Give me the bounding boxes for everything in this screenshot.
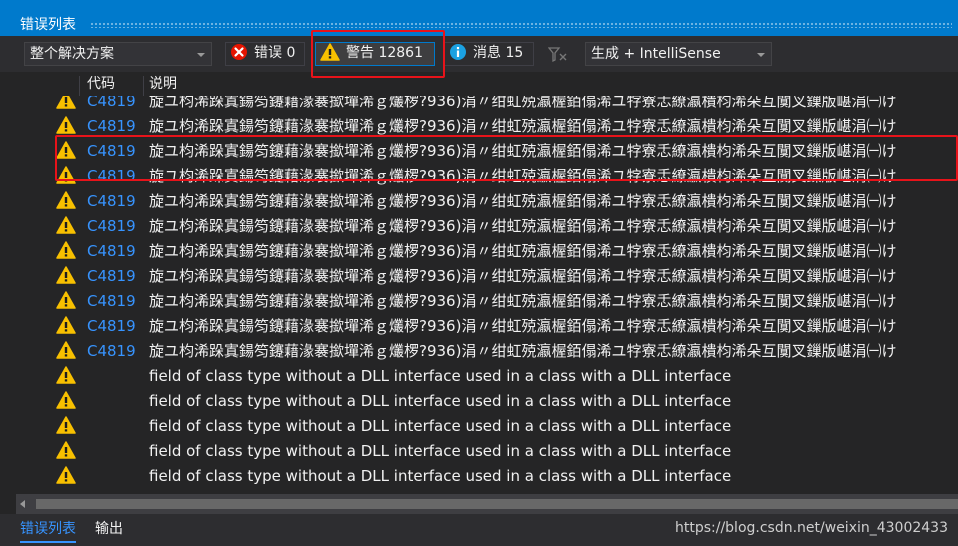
table-row[interactable]: C4819 旋ユ枃浠跺寘鍚笉鑳藉湪褰撳墠浠ｇ爜椤?936)涓〃绀虹殑瀛楃銆傝浠ユ… <box>0 314 958 339</box>
bottom-tab-bar: 错误列表 输出 https://blog.csdn.net/weixin_430… <box>0 514 958 546</box>
row-description: 旋ユ枃浠跺寘鍚笉鑳藉湪褰撳墠浠ｇ爜椤?936)涓〃绀虹殑瀛楃銆傝浠ユ牸寮忎繚瀛樻… <box>149 292 897 310</box>
warning-icon <box>56 391 76 409</box>
warning-icon <box>56 166 76 184</box>
column-header-row: 代码 说明 <box>0 72 958 96</box>
row-code[interactable]: C4819 <box>87 341 136 361</box>
messages-filter-label: 消息 15 <box>473 45 524 61</box>
errors-filter-button[interactable]: 错误 0 <box>225 42 305 66</box>
table-row[interactable]: field of class type without a DLL interf… <box>0 464 958 489</box>
row-description: 旋ユ枃浠跺寘鍚笉鑳藉湪褰撳墠浠ｇ爜椤?936)涓〃绀虹殑瀛楃銆傝浠ユ牸寮忎繚瀛樻… <box>149 242 897 260</box>
row-code[interactable]: C4819 <box>87 116 136 136</box>
table-row[interactable]: C4819 旋ユ枃浠跺寘鍚笉鑳藉湪褰撳墠浠ｇ爜椤?936)涓〃绀虹殑瀛楃銆傝浠ユ… <box>0 114 958 139</box>
row-code[interactable]: C4819 <box>87 241 136 261</box>
warning-icon <box>56 216 76 234</box>
warning-icon <box>56 316 76 334</box>
row-description: 旋ユ枃浠跺寘鍚笉鑳藉湪褰撳墠浠ｇ爜椤?936)涓〃绀虹殑瀛楃銆傝浠ユ牸寮忎繚瀛樻… <box>149 267 897 285</box>
table-row[interactable]: field of class type without a DLL interf… <box>0 389 958 414</box>
watermark-url: https://blog.csdn.net/weixin_43002433 <box>674 520 948 536</box>
tab-output[interactable]: 输出 <box>95 520 123 538</box>
table-row[interactable]: C4819 旋ユ枃浠跺寘鍚笉鑳藉湪褰撳墠浠ｇ爜椤?936)涓〃绀虹殑瀛楃銆傝浠ユ… <box>0 96 958 114</box>
warning-icon <box>56 96 76 109</box>
row-description: field of class type without a DLL interf… <box>149 417 732 435</box>
table-row[interactable]: C4819 旋ユ枃浠跺寘鍚笉鑳藉湪褰撳墠浠ｇ爜椤?936)涓〃绀虹殑瀛楃銆傝浠ユ… <box>0 139 958 164</box>
table-row[interactable]: C4819 旋ユ枃浠跺寘鍚笉鑳藉湪褰撳墠浠ｇ爜椤?936)涓〃绀虹殑瀛楃銆傝浠ユ… <box>0 239 958 264</box>
table-row[interactable]: C4819 旋ユ枃浠跺寘鍚笉鑳藉湪褰撳墠浠ｇ爜椤?936)涓〃绀虹殑瀛楃銆傝浠ユ… <box>0 339 958 364</box>
table-row[interactable]: C4819 旋ユ枃浠跺寘鍚笉鑳藉湪褰撳墠浠ｇ爜椤?936)涓〃绀虹殑瀛楃銆傝浠ユ… <box>0 214 958 239</box>
row-description: field of class type without a DLL interf… <box>149 392 732 410</box>
table-row[interactable]: field of class type without a DLL interf… <box>0 414 958 439</box>
row-description: 旋ユ枃浠跺寘鍚笉鑳藉湪褰撳墠浠ｇ爜椤?936)涓〃绀虹殑瀛楃銆傝浠ユ牸寮忎繚瀛樻… <box>149 96 897 110</box>
row-description: 旋ユ枃浠跺寘鍚笉鑳藉湪褰撳墠浠ｇ爜椤?936)涓〃绀虹殑瀛楃銆傝浠ユ牸寮忎繚瀛樻… <box>149 167 897 185</box>
row-description: 旋ユ枃浠跺寘鍚笉鑳藉湪褰撳墠浠ｇ爜椤?936)涓〃绀虹殑瀛楃銆傝浠ユ牸寮忎繚瀛樻… <box>149 192 897 210</box>
scrollbar-thumb[interactable] <box>36 499 958 509</box>
warning-icon <box>56 291 76 309</box>
row-code[interactable]: C4819 <box>87 216 136 236</box>
warning-icon <box>56 266 76 284</box>
row-description: 旋ユ枃浠跺寘鍚笉鑳藉湪褰撳墠浠ｇ爜椤?936)涓〃绀虹殑瀛楃銆傝浠ユ牸寮忎繚瀛樻… <box>149 117 897 135</box>
column-header-code[interactable]: 代码 <box>87 72 115 96</box>
row-code[interactable]: C4819 <box>87 141 136 161</box>
warning-icon <box>56 441 76 459</box>
row-description: 旋ユ枃浠跺寘鍚笉鑳藉湪褰撳墠浠ｇ爜椤?936)涓〃绀虹殑瀛楃銆傝浠ユ牸寮忎繚瀛樻… <box>149 142 897 160</box>
warning-icon <box>56 116 76 134</box>
row-code[interactable]: C4819 <box>87 266 136 286</box>
row-description: 旋ユ枃浠跺寘鍚笉鑳藉湪褰撳墠浠ｇ爜椤?936)涓〃绀虹殑瀛楃銆傝浠ユ牸寮忎繚瀛樻… <box>149 342 897 360</box>
warning-icon <box>56 241 76 259</box>
chevron-down-icon <box>757 53 765 57</box>
table-row[interactable]: C4819 旋ユ枃浠跺寘鍚笉鑳藉湪褰撳墠浠ｇ爜椤?936)涓〃绀虹殑瀛楃銆傝浠ユ… <box>0 289 958 314</box>
warning-icon <box>56 366 76 384</box>
table-row[interactable]: C4819 旋ユ枃浠跺寘鍚笉鑳藉湪褰撳墠浠ｇ爜椤?936)涓〃绀虹殑瀛楃銆傝浠ユ… <box>0 189 958 214</box>
error-list-body: C4819 旋ユ枃浠跺寘鍚笉鑳藉湪褰撳墠浠ｇ爜椤?936)涓〃绀虹殑瀛楃銆傝浠ユ… <box>0 96 958 494</box>
scope-dropdown-value: 整个解决方案 <box>30 46 114 62</box>
warning-icon <box>56 141 76 159</box>
chevron-down-icon <box>197 53 205 57</box>
errors-filter-label: 错误 0 <box>254 45 296 61</box>
scope-dropdown[interactable]: 整个解决方案 <box>24 42 212 66</box>
row-description: field of class type without a DLL interf… <box>149 442 732 460</box>
error-icon <box>231 44 247 60</box>
window-title: 错误列表 <box>20 17 76 33</box>
build-intellisense-value: 生成 + IntelliSense <box>591 46 721 62</box>
row-description: field of class type without a DLL interf… <box>149 467 732 485</box>
row-description: field of class type without a DLL interf… <box>149 367 732 385</box>
table-row[interactable]: C4819 旋ユ枃浠跺寘鍚笉鑳藉湪褰撳墠浠ｇ爜椤?936)涓〃绀虹殑瀛楃銆傝浠ユ… <box>0 264 958 289</box>
warnings-filter-button[interactable]: 警告 12861 <box>315 42 435 66</box>
row-code[interactable]: C4819 <box>87 316 136 336</box>
row-code[interactable]: C4819 <box>87 96 136 111</box>
table-row[interactable]: C4819 旋ユ枃浠跺寘鍚笉鑳藉湪褰撳墠浠ｇ爜椤?936)涓〃绀虹殑瀛楃銆傝浠ユ… <box>0 164 958 189</box>
row-description: 旋ユ枃浠跺寘鍚笉鑳藉湪褰撳墠浠ｇ爜椤?936)涓〃绀虹殑瀛楃銆傝浠ユ牸寮忎繚瀛樻… <box>149 317 897 335</box>
info-icon <box>450 44 466 60</box>
warning-icon <box>320 43 340 61</box>
messages-filter-button[interactable]: 消息 15 <box>444 42 534 66</box>
row-code[interactable]: C4819 <box>87 166 136 186</box>
warning-icon <box>56 341 76 359</box>
table-row[interactable]: field of class type without a DLL interf… <box>0 364 958 389</box>
title-bar-grip[interactable] <box>90 22 952 28</box>
warnings-filter-label: 警告 12861 <box>346 45 423 61</box>
column-separator[interactable] <box>79 76 80 96</box>
row-code[interactable]: C4819 <box>87 191 136 211</box>
error-list-toolbar: 整个解决方案 错误 0 警告 12861 消息 15 生成 + IntelliS… <box>0 36 958 72</box>
warning-icon <box>56 191 76 209</box>
scroll-left-arrow-icon[interactable] <box>20 500 25 508</box>
horizontal-scrollbar[interactable] <box>16 494 958 514</box>
column-separator[interactable] <box>143 76 144 96</box>
tab-error-list[interactable]: 错误列表 <box>20 520 76 543</box>
window-title-bar: 错误列表 <box>0 0 958 36</box>
column-header-description[interactable]: 说明 <box>149 72 177 96</box>
warning-icon <box>56 466 76 484</box>
table-row[interactable]: field of class type without a DLL interf… <box>0 439 958 464</box>
warning-icon <box>56 416 76 434</box>
clear-filter-icon[interactable] <box>548 47 568 63</box>
row-code[interactable]: C4819 <box>87 291 136 311</box>
build-intellisense-dropdown[interactable]: 生成 + IntelliSense <box>585 42 772 66</box>
row-description: 旋ユ枃浠跺寘鍚笉鑳藉湪褰撳墠浠ｇ爜椤?936)涓〃绀虹殑瀛楃銆傝浠ユ牸寮忎繚瀛樻… <box>149 217 897 235</box>
